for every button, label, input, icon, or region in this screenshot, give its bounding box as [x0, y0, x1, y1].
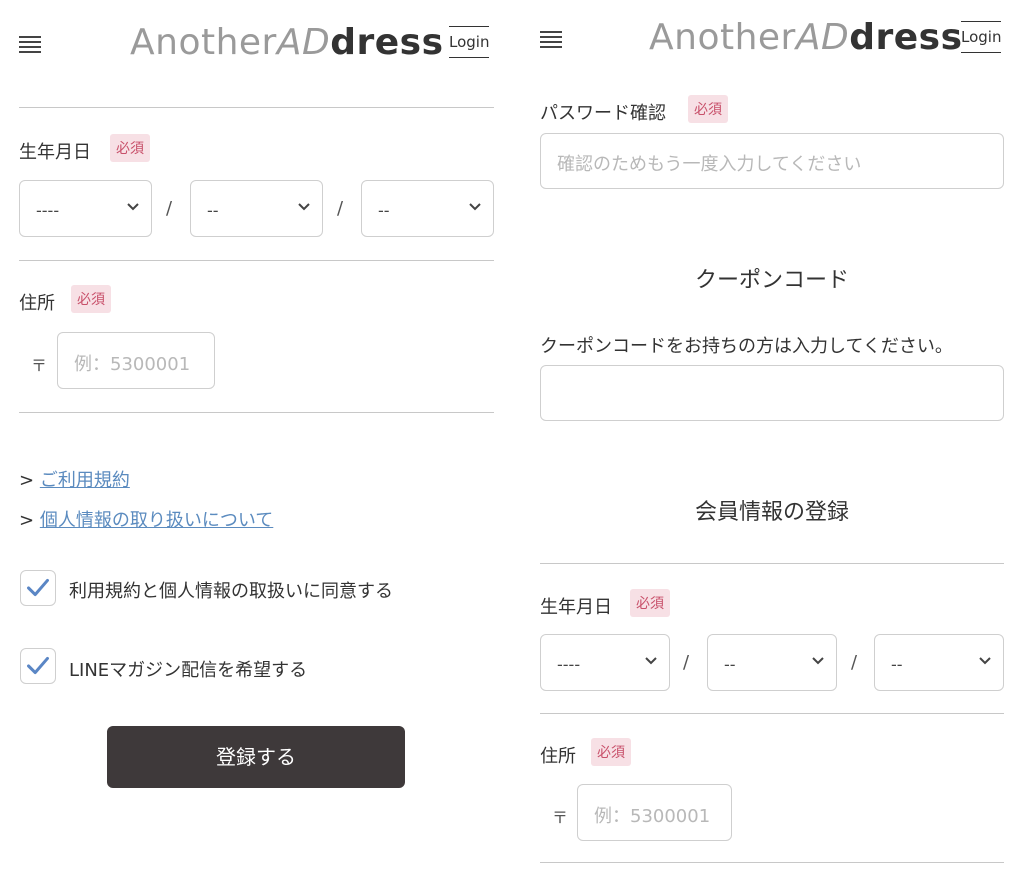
logo-text-ad: AD: [276, 22, 331, 63]
login-button[interactable]: Login: [449, 26, 489, 58]
date-separator: /: [166, 198, 173, 219]
birth-year-value: ----: [557, 655, 581, 674]
divider: [19, 412, 494, 413]
address-label: 住所: [19, 293, 55, 314]
chevron-down-icon: [812, 657, 824, 665]
password-confirm-input[interactable]: 確認のためもう一度入力してください: [540, 133, 1004, 189]
logo[interactable]: AnotherADdress: [649, 17, 963, 58]
line-magazine-label: LINEマガジン配信を希望する: [69, 660, 308, 681]
coupon-code-input[interactable]: [540, 365, 1004, 421]
register-button[interactable]: 登録する: [107, 726, 405, 788]
password-confirm-label: パスワード確認: [540, 103, 666, 124]
birth-month-value: --: [207, 201, 219, 220]
postal-code-input[interactable]: 例：5300001: [577, 784, 732, 841]
required-badge: 必須: [630, 589, 670, 617]
birthdate-label: 生年月日: [19, 142, 91, 163]
logo-text-another: Another: [649, 17, 796, 58]
birth-year-select[interactable]: ----: [540, 634, 670, 691]
birth-month-value: --: [724, 655, 736, 674]
agree-checkbox[interactable]: [20, 570, 56, 606]
divider: [540, 713, 1004, 714]
postal-code-placeholder: 例：5300001: [74, 354, 191, 375]
divider: [540, 862, 1004, 863]
agree-label: 利用規約と個人情報の取扱いに同意する: [69, 581, 393, 602]
date-separator: /: [851, 652, 858, 673]
hamburger-menu-icon[interactable]: [19, 36, 41, 54]
divider: [540, 563, 1004, 564]
postal-mark: 〒: [552, 808, 569, 827]
right-screen: AnotherADdress Login パスワード確認 必須 確認のためもう一…: [520, 0, 1024, 883]
hamburger-menu-icon[interactable]: [540, 31, 562, 49]
birth-year-select[interactable]: ----: [19, 180, 152, 237]
link-prefix: >: [19, 510, 35, 531]
birth-day-value: --: [891, 655, 903, 674]
chevron-down-icon: [979, 657, 991, 665]
privacy-link[interactable]: 個人情報の取り扱いについて: [40, 510, 273, 531]
birth-month-select[interactable]: --: [190, 180, 323, 237]
birth-year-value: ----: [36, 201, 60, 220]
required-badge: 必須: [110, 134, 150, 162]
password-confirm-placeholder: 確認のためもう一度入力してください: [557, 154, 862, 175]
checkmark-icon: [27, 578, 49, 597]
coupon-note: クーポンコードをお持ちの方は入力してください。: [540, 336, 953, 357]
left-screen: AnotherADdress Login 生年月日 必須 ---- / -- /…: [0, 0, 512, 883]
required-badge: 必須: [71, 285, 111, 313]
terms-link-row: > ご利用規約: [19, 466, 130, 492]
birth-month-select[interactable]: --: [707, 634, 837, 691]
logo-text-ad: AD: [795, 17, 850, 58]
privacy-link-row: > 個人情報の取り扱いについて: [19, 506, 273, 532]
logo-text-another: Another: [130, 22, 277, 63]
terms-link[interactable]: ご利用規約: [40, 470, 130, 491]
member-info-section-title: 会員情報の登録: [694, 500, 849, 525]
date-separator: /: [683, 652, 690, 673]
address-label: 住所: [540, 746, 576, 767]
checkmark-icon: [27, 656, 49, 675]
login-button[interactable]: Login: [961, 21, 1001, 53]
chevron-down-icon: [298, 203, 310, 211]
date-separator: /: [337, 198, 344, 219]
postal-mark: 〒: [31, 356, 48, 375]
link-prefix: >: [19, 470, 35, 491]
chevron-down-icon: [127, 203, 139, 211]
divider: [19, 107, 494, 108]
postal-code-placeholder: 例：5300001: [594, 806, 711, 827]
divider: [19, 260, 494, 261]
required-badge: 必須: [688, 95, 728, 123]
logo[interactable]: AnotherADdress: [130, 22, 444, 63]
birth-day-select[interactable]: --: [874, 634, 1004, 691]
birth-day-select[interactable]: --: [361, 180, 494, 237]
logo-text-dress: dress: [849, 17, 963, 58]
logo-text-dress: dress: [330, 22, 444, 63]
line-magazine-checkbox[interactable]: [20, 648, 56, 684]
postal-code-input[interactable]: 例：5300001: [57, 332, 215, 389]
birth-day-value: --: [378, 201, 390, 220]
required-badge: 必須: [591, 738, 631, 766]
chevron-down-icon: [645, 657, 657, 665]
chevron-down-icon: [469, 203, 481, 211]
birthdate-label: 生年月日: [540, 597, 612, 618]
coupon-section-title: クーポンコード: [694, 268, 849, 293]
